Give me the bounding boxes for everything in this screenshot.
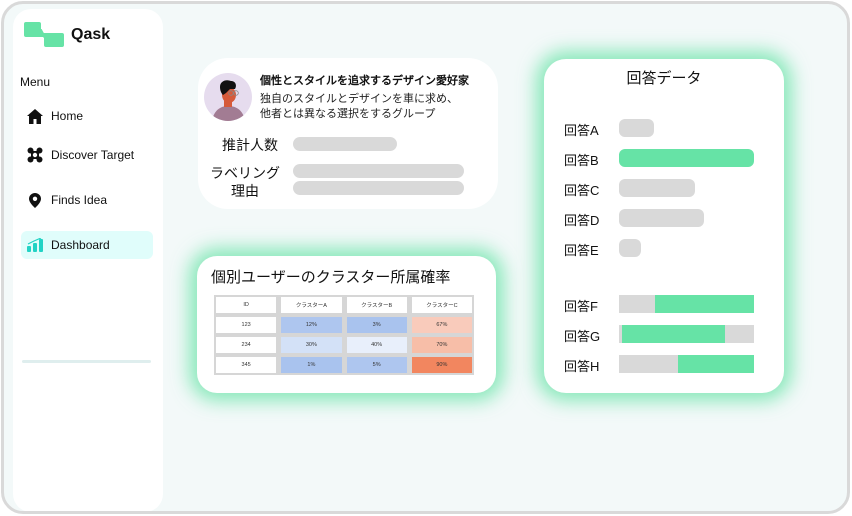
answer-stacked-bar-fill xyxy=(678,355,754,373)
sidebar-item-finds-idea[interactable]: Finds Idea xyxy=(21,186,153,214)
answer-stacked-bar-fill xyxy=(622,325,725,343)
answer-label: 回答C xyxy=(564,183,600,198)
table-header: ID xyxy=(216,297,277,313)
sidebar-item-label: Dashboard xyxy=(51,238,110,252)
sidebar: Qask Menu Home Discover Target Finds Ide… xyxy=(13,9,163,511)
persona-description-line: 独自のスタイルとデザインを車に求め、 xyxy=(260,93,458,105)
target-icon xyxy=(24,147,46,163)
location-pin-icon xyxy=(24,192,46,208)
answer-card-title: 回答データ xyxy=(626,70,702,87)
menu-label: Menu xyxy=(20,75,51,89)
answer-label: 回答A xyxy=(564,123,599,138)
table-cell-cluster-a: 1% xyxy=(281,357,342,373)
bar-chart-icon xyxy=(24,238,46,252)
app-name: Qask xyxy=(71,26,111,43)
labeling-reason-label-line: ラベリング xyxy=(210,165,280,181)
table-header: クラスターC xyxy=(411,297,472,313)
table-cell-id: 234 xyxy=(216,337,277,353)
sidebar-item-label: Finds Idea xyxy=(51,193,108,207)
persona-title: 個性とスタイルを追求するデザイン愛好家 xyxy=(260,75,469,87)
labeling-reason-placeholder xyxy=(293,164,464,178)
labeling-reason-label-line: 理由 xyxy=(231,183,259,199)
cluster-card-title: 個別ユーザーのクラスター所属確率 xyxy=(211,269,451,286)
table-cell-id: 345 xyxy=(216,357,277,373)
answer-stacked-bar xyxy=(619,355,754,373)
answer-data-card: 回答データ 回答A 回答B 回答C 回答D 回答E 回答F 回答G 回答H xyxy=(544,59,784,393)
persona-avatar xyxy=(204,73,252,121)
answer-label: 回答D xyxy=(564,213,600,228)
cluster-probability-card: 個別ユーザーのクラスター所属確率 ID クラスターA クラスターB クラスターC… xyxy=(197,256,496,393)
table-cell-cluster-c: 67% xyxy=(411,317,472,333)
answer-label: 回答E xyxy=(564,243,599,258)
answer-stacked-bar-fill xyxy=(655,295,754,313)
answer-bar xyxy=(619,179,695,197)
persona-card: 個性とスタイルを追求するデザイン愛好家 独自のスタイルとデザインを車に求め、 他… xyxy=(198,58,498,209)
table-header: クラスターB xyxy=(346,297,407,313)
qask-logo-icon xyxy=(24,22,66,48)
sidebar-item-dashboard[interactable]: Dashboard xyxy=(21,231,153,259)
answer-bar xyxy=(619,239,641,257)
sidebar-divider xyxy=(22,360,151,363)
cluster-table: ID クラスターA クラスターB クラスターC 123 12% 3% 67% 2… xyxy=(214,295,474,375)
persona-description: 独自のスタイルとデザインを車に求め、 他者とは異なる選択をするグループ xyxy=(260,92,458,122)
table-cell-cluster-c: 70% xyxy=(411,337,472,353)
table-header: クラスターA xyxy=(281,297,342,313)
app-window: Qask Menu Home Discover Target Finds Ide… xyxy=(1,1,850,514)
answer-bar xyxy=(619,119,654,137)
logo[interactable]: Qask xyxy=(24,22,110,48)
table-cell-cluster-b: 40% xyxy=(346,337,407,353)
answer-stacked-bar xyxy=(619,295,754,313)
sidebar-item-label: Home xyxy=(51,109,84,123)
answer-label: 回答F xyxy=(564,299,598,314)
table-cell-cluster-c: 90% xyxy=(411,357,472,373)
table-cell-cluster-b: 5% xyxy=(346,357,407,373)
table-cell-id: 123 xyxy=(216,317,277,333)
estimated-count-placeholder xyxy=(293,137,397,151)
answer-label: 回答G xyxy=(564,329,601,344)
labeling-reason-label: ラベリング 理由 xyxy=(202,164,288,200)
persona-description-line: 他者とは異なる選択をするグループ xyxy=(260,108,436,120)
sidebar-item-label: Discover Target xyxy=(51,148,135,162)
table-cell-cluster-a: 30% xyxy=(281,337,342,353)
answer-label: 回答H xyxy=(564,359,600,374)
answer-stacked-bar xyxy=(619,325,754,343)
table-cell-cluster-b: 3% xyxy=(346,317,407,333)
answer-bar xyxy=(619,209,704,227)
estimated-count-label: 推計人数 xyxy=(222,137,278,153)
table-cell-cluster-a: 12% xyxy=(281,317,342,333)
answer-label: 回答B xyxy=(564,153,599,168)
labeling-reason-placeholder xyxy=(293,181,464,195)
answer-bar xyxy=(619,149,754,167)
home-icon xyxy=(24,108,46,124)
sidebar-item-home[interactable]: Home xyxy=(21,102,153,130)
sidebar-item-discover-target[interactable]: Discover Target xyxy=(21,141,153,169)
